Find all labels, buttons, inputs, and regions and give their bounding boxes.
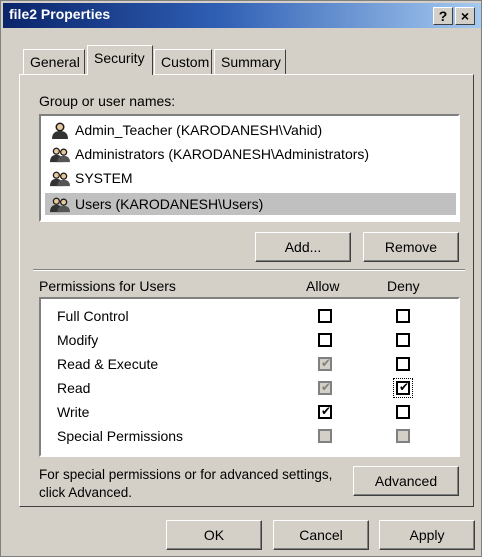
allow-checkbox[interactable]: ✔ — [318, 380, 332, 395]
list-item-label: SYSTEM — [75, 170, 133, 186]
allow-checkbox[interactable] — [318, 309, 332, 323]
permission-name: Read & Execute — [57, 356, 159, 372]
deny-checkbox[interactable] — [396, 405, 410, 419]
tab-custom[interactable]: Custom — [154, 49, 212, 75]
deny-checkbox[interactable]: ✔ — [393, 378, 413, 398]
deny-checkbox[interactable] — [396, 429, 410, 443]
add-button[interactable]: Add... — [255, 232, 351, 262]
allow-checkbox[interactable]: ✔ — [318, 356, 332, 371]
list-item-users[interactable]: Users (KARODANESH\Users) — [45, 193, 456, 215]
allow-column-header: Allow — [306, 278, 340, 294]
list-item-system[interactable]: SYSTEM — [45, 167, 456, 189]
checkmark-icon: ✔ — [399, 380, 410, 394]
permission-row-write: Write ✔ — [41, 401, 458, 425]
deny-checkbox[interactable] — [396, 357, 410, 371]
list-item-administrators[interactable]: Administrators (KARODANESH\Administrator… — [45, 143, 456, 165]
list-item-label: Users (KARODANESH\Users) — [75, 196, 264, 212]
group-user-list[interactable]: Admin_Teacher (KARODANESH\Vahid) Adminis… — [39, 114, 460, 222]
list-item-admin-teacher[interactable]: Admin_Teacher (KARODANESH\Vahid) — [45, 119, 456, 141]
allow-checkbox[interactable]: ✔ — [318, 404, 332, 419]
users-group-icon — [50, 171, 70, 187]
users-group-icon — [50, 147, 70, 163]
permission-name: Write — [57, 404, 90, 420]
advanced-hint-line2: click Advanced. — [39, 485, 133, 500]
permission-row-modify: Modify — [41, 329, 458, 353]
advanced-hint-line1: For special permissions or for advanced … — [39, 467, 333, 482]
users-group-icon — [50, 197, 70, 213]
checkmark-icon: ✔ — [321, 380, 332, 394]
help-button[interactable]: ? — [433, 7, 453, 25]
permission-name: Read — [57, 380, 91, 396]
remove-button[interactable]: Remove — [363, 232, 459, 262]
permission-row-read: Read ✔ ✔ — [41, 377, 458, 401]
group-names-label: Group or user names: — [39, 93, 176, 109]
title-bar[interactable]: file2 Properties ? × — [3, 3, 481, 28]
user-icon — [52, 122, 68, 139]
permission-name: Special Permissions — [57, 428, 184, 444]
properties-dialog: file2 Properties ? × General Security Cu… — [0, 0, 482, 557]
close-button[interactable]: × — [455, 7, 475, 25]
ok-button[interactable]: OK — [166, 520, 262, 550]
allow-checkbox[interactable] — [318, 333, 332, 347]
window-title: file2 Properties — [9, 6, 111, 22]
advanced-button[interactable]: Advanced — [353, 466, 459, 496]
deny-checkbox[interactable] — [396, 333, 410, 347]
tab-summary[interactable]: Summary — [214, 49, 286, 75]
checkmark-icon: ✔ — [321, 356, 332, 370]
tab-general[interactable]: General — [23, 49, 85, 75]
list-item-label: Admin_Teacher (KARODANESH\Vahid) — [75, 122, 323, 138]
permissions-list: Full Control Modify Read & Execute ✔ Rea… — [39, 297, 460, 457]
permissions-header: Permissions for Users — [39, 278, 176, 294]
permission-row-special: Special Permissions — [41, 425, 458, 449]
permission-name: Full Control — [57, 308, 129, 324]
permission-row-read-execute: Read & Execute ✔ — [41, 353, 458, 377]
permission-row-full-control: Full Control — [41, 305, 458, 329]
list-item-label: Administrators (KARODANESH\Administrator… — [75, 146, 370, 162]
cancel-button[interactable]: Cancel — [273, 520, 369, 550]
divider — [33, 269, 465, 271]
permission-name: Modify — [57, 332, 99, 348]
checkmark-icon: ✔ — [321, 404, 332, 418]
deny-column-header: Deny — [387, 278, 420, 294]
deny-checkbox[interactable] — [396, 309, 410, 323]
allow-checkbox[interactable] — [318, 429, 332, 443]
tab-security[interactable]: Security — [87, 45, 153, 75]
apply-button[interactable]: Apply — [379, 520, 475, 550]
